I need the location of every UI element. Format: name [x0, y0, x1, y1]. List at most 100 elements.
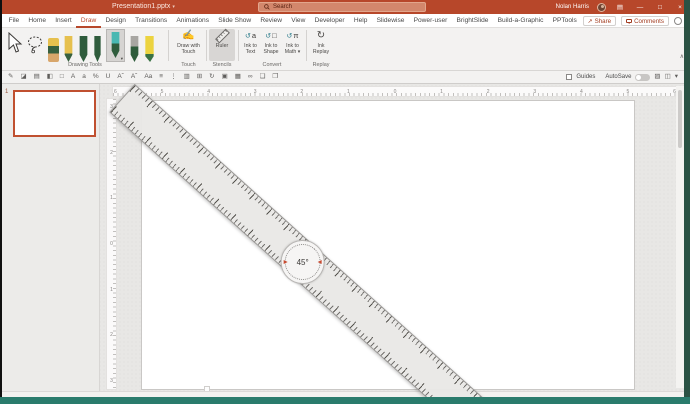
pen-icon[interactable]: ✎ [8, 71, 13, 83]
slide-thumbnail[interactable] [13, 90, 96, 137]
dial-marker-right-icon [317, 260, 322, 265]
ribbon-tab-bar: File Home Insert Draw Design Transitions Anima… [0, 14, 690, 28]
text-box-icon[interactable]: ⊞ [197, 71, 202, 83]
select-tool[interactable] [5, 32, 23, 54]
screen-icon[interactable]: ▨ [654, 71, 660, 83]
pen-tool[interactable] [94, 36, 101, 62]
highlighter-tool[interactable] [145, 36, 154, 62]
fill-color-icon[interactable]: ◧ [47, 71, 53, 83]
ruler-number: 3 [533, 89, 537, 95]
ruler-number: 1 [346, 89, 350, 95]
draw-with-touch-button[interactable]: ✍ Draw with Touch [172, 29, 205, 61]
ribbon-display-options-icon[interactable]: ▤ [614, 3, 626, 11]
ruler-button[interactable]: Ruler [209, 28, 235, 61]
chevron-down-icon[interactable]: ▾ [121, 56, 123, 61]
menu-tab[interactable]: Draw [76, 14, 101, 28]
menu-tab[interactable]: Build-a-Graphic [493, 14, 548, 28]
shrink-font-icon[interactable]: Aˇ [131, 71, 138, 83]
minimize-button[interactable]: — [634, 4, 646, 11]
menu-tab[interactable]: Transitions [131, 14, 172, 28]
autosave-label: AutoSave [605, 74, 632, 80]
pen-tool[interactable] [130, 36, 139, 62]
vertical-scrollbar[interactable] [676, 86, 684, 388]
ink-to-shape-button[interactable]: ↺ □ Ink to Shape [261, 29, 281, 61]
workspace: 1 6543210123456 3210123 45° [2, 84, 684, 397]
arrange-icon[interactable]: ▣ [222, 71, 228, 83]
screen-edge-left [0, 0, 2, 404]
guides-label: Guides [576, 74, 596, 80]
ink-replay-button[interactable]: ↻ Ink Replay [309, 29, 333, 61]
menu-tab[interactable]: PPTools [548, 14, 581, 28]
ruler-number: 1 [440, 89, 443, 95]
note-icon[interactable]: ❐ [272, 71, 278, 83]
ruler-icon [213, 28, 231, 43]
document-title[interactable]: Presentation1.pptx ▾ [112, 3, 175, 10]
menu-tab[interactable]: Review [256, 14, 287, 28]
menu-tab[interactable]: Home [24, 14, 51, 28]
eraser-tool[interactable] [48, 38, 59, 62]
menu-tab[interactable]: Slidewise [372, 14, 409, 28]
menu-tab[interactable]: Insert [51, 14, 77, 28]
menu-tab[interactable]: Animations [172, 14, 214, 28]
menu-tab[interactable]: Developer [310, 14, 349, 28]
rotate-icon[interactable]: ↻ [209, 71, 214, 83]
underline-icon[interactable]: U [106, 71, 111, 83]
pencil-tool[interactable] [64, 36, 73, 62]
menu-tab[interactable]: Slide Show [214, 14, 256, 28]
group-divider [306, 30, 307, 61]
comment-icon[interactable]: ❏ [260, 71, 266, 83]
outline-color-icon[interactable]: □ [60, 71, 64, 83]
ruler-number: 2 [110, 332, 113, 339]
ink-to-text-icon: ↺ a [244, 31, 257, 40]
slide-thumbnail-panel[interactable]: 1 [2, 84, 100, 397]
group-label-replay: Replay [312, 62, 330, 68]
dial-marker-left-icon [283, 260, 288, 265]
ink-to-text-button[interactable]: ↺ a Ink to Text [241, 29, 260, 61]
presence-icon[interactable] [674, 17, 682, 25]
autosave-toggle[interactable] [635, 73, 651, 81]
menu-tab[interactable]: View [287, 14, 310, 28]
share-button[interactable]: ↗ Share [582, 16, 617, 26]
align-icon[interactable]: ▥ [184, 71, 190, 83]
guides-checkbox[interactable] [566, 74, 573, 80]
ruler-number: 4 [579, 89, 583, 95]
menu-tab[interactable]: Power-user [409, 14, 452, 28]
chevron-down-icon[interactable]: ▾ [675, 71, 678, 83]
group-divider [206, 30, 207, 61]
maximize-button[interactable]: □ [654, 4, 666, 11]
menu-tab[interactable]: BrightSlide [452, 14, 493, 28]
picture-icon[interactable]: ▦ [235, 71, 241, 83]
menu-tab[interactable]: Help [349, 14, 372, 28]
menu-tab[interactable]: File [4, 14, 24, 28]
chevron-down-icon: ▾ [172, 4, 175, 10]
scrollbar-thumb[interactable] [678, 90, 682, 148]
slide-canvas-area: 6543210123456 3210123 45° [100, 84, 684, 397]
selected-pen-tool[interactable]: ▾ [106, 29, 125, 62]
powerpoint-window: Presentation1.pptx ▾ Search Nolan Harris … [0, 0, 690, 404]
numbering-icon[interactable]: ⋮ [170, 71, 177, 83]
ruler-number: 2 [486, 89, 490, 95]
ruler-number: 2 [110, 149, 113, 156]
change-case-icon[interactable]: Aa [144, 71, 152, 83]
highlight-color-icon[interactable]: a [82, 71, 86, 83]
draw-ribbon: ▾ Drawing Tools ✍ Draw with Touch Touch … [0, 28, 690, 71]
font-color-icon[interactable]: A [71, 71, 75, 83]
grow-font-icon[interactable]: Aˆ [117, 71, 124, 83]
clipboard-icon[interactable]: ▤ [34, 71, 40, 83]
search-box[interactable]: Search [258, 2, 426, 12]
search-placeholder: Search [273, 4, 293, 10]
ruler-number: 5 [626, 89, 630, 95]
menu-tab[interactable]: Design [101, 14, 131, 28]
user-name[interactable]: Nolan Harris [556, 4, 589, 10]
pen-tool[interactable] [79, 36, 88, 62]
avatar[interactable] [597, 2, 606, 12]
ink-to-math-button[interactable]: ↺ π Ink to Math ▾ [282, 29, 303, 61]
pen-tool [111, 32, 120, 58]
bullets-icon[interactable]: ≡ [159, 71, 163, 83]
eraser-icon[interactable]: ◪ [20, 71, 26, 83]
link-icon[interactable]: ∞ [248, 71, 253, 83]
comments-button[interactable]: Comments [621, 16, 669, 26]
lasso-select-tool[interactable] [27, 36, 44, 54]
percent-style-icon[interactable]: % [93, 71, 99, 83]
layout-icon[interactable]: ◫ [665, 71, 671, 83]
